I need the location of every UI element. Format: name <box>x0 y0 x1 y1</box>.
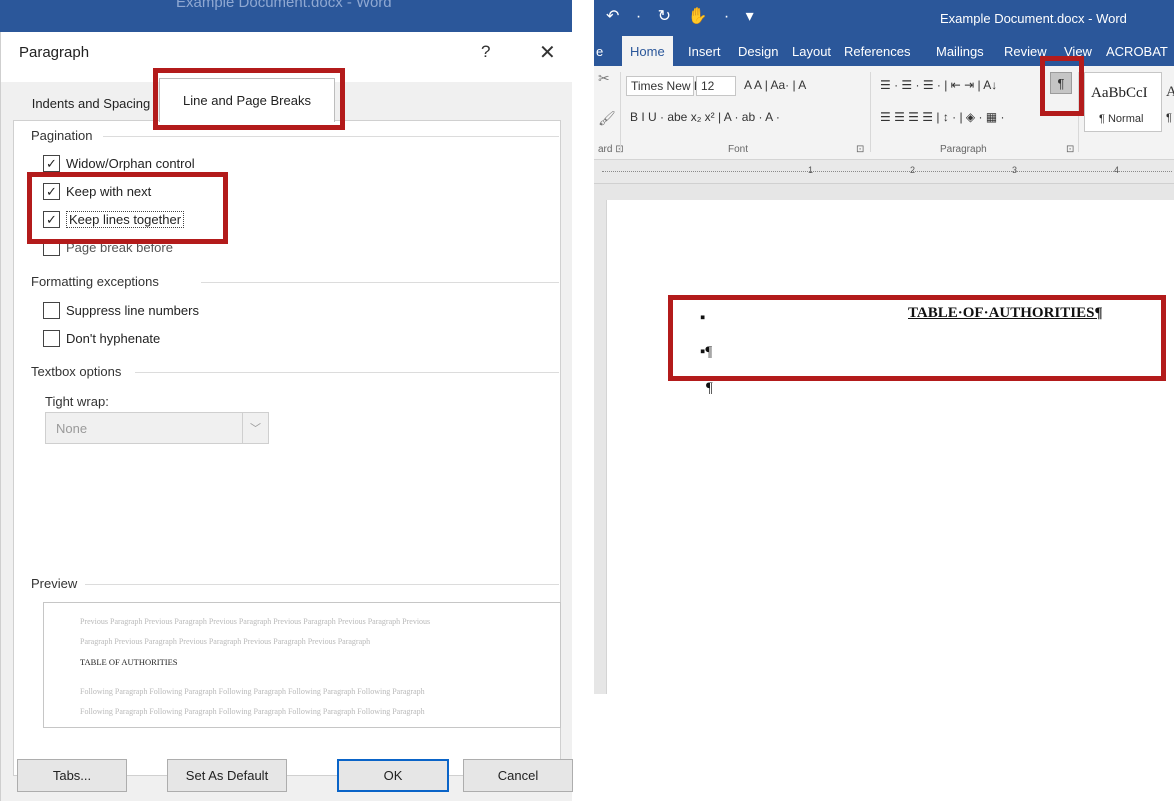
background-window-title: Example Document.docx - Word <box>176 0 392 11</box>
section-divider <box>135 372 559 373</box>
ruler-ticks <box>602 171 1172 172</box>
ok-button[interactable]: OK <box>337 759 449 792</box>
tab-indents-and-spacing[interactable]: Indents and Spacing <box>21 88 161 118</box>
style-next-sample[interactable]: A <box>1166 84 1174 101</box>
style-normal-name: ¶ Normal <box>1099 113 1144 125</box>
section-textbox-options: Textbox options <box>31 364 122 379</box>
tab-file[interactable]: e <box>596 44 603 59</box>
tab-mailings[interactable]: Mailings <box>936 44 984 59</box>
paragraph-mark-cursor: ¶ <box>706 380 713 396</box>
font-size-box[interactable]: 12 <box>696 76 736 96</box>
suppress-line-numbers-label: Suppress line numbers <box>66 303 199 318</box>
highlight-show-hide-button <box>1040 56 1084 116</box>
format-painter-icon[interactable]: 🖌 <box>598 110 616 127</box>
cancel-button[interactable]: Cancel <box>463 759 573 792</box>
section-formatting-exceptions: Formatting exceptions <box>31 274 159 289</box>
preview-previous-line: Paragraph Previous Paragraph Previous Pa… <box>80 637 371 646</box>
font-name-box[interactable]: Times New R <box>626 76 703 96</box>
group-divider <box>870 72 871 152</box>
ruler-number: 3 <box>1012 165 1018 175</box>
section-pagination: Pagination <box>31 128 93 143</box>
screenshot-root: Example Document.docx - Word Paragraph ?… <box>0 0 1174 801</box>
group-paragraph-label: Paragraph <box>940 144 987 155</box>
tight-wrap-value: None <box>56 421 88 436</box>
preview-previous-line: Previous Paragraph Previous Paragraph Pr… <box>80 617 431 626</box>
suppress-line-numbers-checkbox[interactable] <box>43 302 60 319</box>
style-normal-tile[interactable]: AaBbCcI ¶ Normal <box>1084 72 1162 132</box>
chevron-down-icon: ﹀ <box>242 413 268 443</box>
dialog-title: Paragraph <box>19 44 90 61</box>
section-divider <box>103 136 559 137</box>
word-window-title: Example Document.docx - Word <box>940 11 1127 26</box>
horizontal-ruler[interactable]: 1 2 3 4 <box>594 160 1174 184</box>
paragraph-dialog-launcher-icon[interactable]: ⊡ <box>1066 144 1074 155</box>
background-word-titlebar: Example Document.docx - Word <box>0 0 572 32</box>
widow-orphan-label: Widow/Orphan control <box>66 156 195 171</box>
home-ribbon: ✂ 🖌 ard ⊡ Times New R 12 A A | Aa· | A B… <box>594 66 1174 160</box>
quick-access-toolbar[interactable]: ↶ · ↻ ✋ · ▾ <box>606 6 760 26</box>
tab-references[interactable]: References <box>844 44 910 59</box>
font-dialog-launcher-icon[interactable]: ⊡ <box>856 144 864 155</box>
document-page[interactable] <box>606 200 1174 694</box>
section-preview: Preview <box>31 576 78 591</box>
section-divider <box>201 282 559 283</box>
paragraph-preview: Previous Paragraph Previous Paragraph Pr… <box>43 602 561 728</box>
group-divider <box>620 72 621 152</box>
highlight-heading-paragraph <box>668 295 1166 381</box>
preview-following-line: Following Paragraph Following Paragraph … <box>80 707 425 716</box>
highlight-keep-options <box>27 172 228 244</box>
ribbon-tab-bar: e Home Insert Design Layout References M… <box>594 36 1174 66</box>
tight-wrap-select[interactable]: None ﹀ <box>45 412 269 444</box>
tab-layout[interactable]: Layout <box>792 44 831 59</box>
font-format-controls[interactable]: B I U · abe x₂ x² | A · ab · A · <box>630 110 780 124</box>
widow-orphan-checkbox[interactable]: ✓ <box>43 155 60 172</box>
style-normal-sample: AaBbCcI <box>1091 85 1148 101</box>
style-next-name: ¶ <box>1166 112 1172 124</box>
set-as-default-button[interactable]: Set As Default <box>167 759 287 792</box>
dont-hyphenate-label: Don't hyphenate <box>66 331 161 346</box>
tight-wrap-label: Tight wrap: <box>45 394 109 409</box>
close-icon[interactable]: ✕ <box>539 40 556 65</box>
preview-following-line: Following Paragraph Following Paragraph … <box>80 687 425 696</box>
group-font-label: Font <box>728 144 749 155</box>
suppress-line-numbers-option[interactable]: Suppress line numbers <box>43 302 199 319</box>
section-divider <box>85 584 559 585</box>
highlight-line-page-breaks-tab <box>153 68 345 130</box>
font-size-controls[interactable]: A A | Aa· | A <box>744 78 806 92</box>
tab-design[interactable]: Design <box>738 44 778 59</box>
ruler-number: 4 <box>1114 165 1120 175</box>
tabs-button[interactable]: Tabs... <box>17 759 127 792</box>
word-titlebar: ↶ · ↻ ✋ · ▾ Example Document.docx - Word <box>594 0 1174 36</box>
ruler-number: 1 <box>808 165 814 175</box>
cut-icon[interactable]: ✂ <box>598 70 610 87</box>
dont-hyphenate-checkbox[interactable] <box>43 330 60 347</box>
tab-acrobat[interactable]: ACROBAT <box>1106 44 1168 59</box>
help-button[interactable]: ? <box>481 42 490 62</box>
widow-orphan-control-option[interactable]: ✓ Widow/Orphan control <box>43 155 195 172</box>
preview-current-paragraph: TABLE OF AUTHORITIES <box>80 657 178 667</box>
dont-hyphenate-option[interactable]: Don't hyphenate <box>43 330 160 347</box>
ruler-number: 2 <box>910 165 916 175</box>
tab-home[interactable]: Home <box>622 36 673 66</box>
paragraph-align-controls[interactable]: ☰ ☰ ☰ ☰ | ↕ · | ◈ · ▦ · <box>880 110 1005 124</box>
paragraph-list-controls[interactable]: ☰ · ☰ · ☰ · | ⇤ ⇥ | A↓ <box>880 78 997 92</box>
tab-insert[interactable]: Insert <box>688 44 721 59</box>
paragraph-dialog: Paragraph ? ✕ Indents and Spacing Line a… <box>0 32 573 801</box>
